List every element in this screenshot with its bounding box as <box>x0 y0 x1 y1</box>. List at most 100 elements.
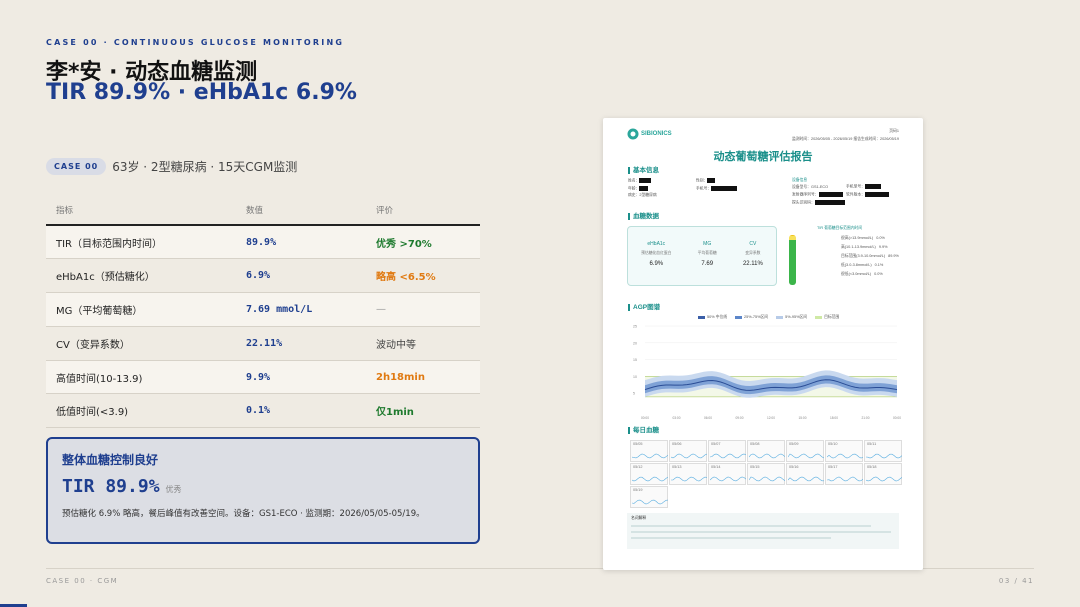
callout-description: 预估糖化 6.9% 略高，餐后峰值有改善空间。设备：GS1-ECO · 监测期：… <box>62 509 425 519</box>
footer-page-number: 03 / 41 <box>998 577 1034 585</box>
tir-legend-pct: 89.9% <box>888 254 899 258</box>
table-row: TIR（目标范围内时间） 89.9% 优秀 >70% <box>46 225 480 260</box>
tir-legend-item: 高(10.1-13.9mmol/L) 9.9% <box>841 243 899 252</box>
daily-trace <box>866 453 902 459</box>
table-header-row: 指标 数值 评价 <box>46 201 480 226</box>
value-cell: 89.9% <box>236 225 366 260</box>
eval-cell: 波动中等 <box>366 326 480 361</box>
eval-cell: 仅1min <box>366 393 480 429</box>
agp-x-tick: 03:00 <box>673 416 681 420</box>
metrics-table-body: TIR（目标范围内时间） 89.9% 优秀 >70% eHbA1c（预估糖化） 6.9%… <box>46 225 480 429</box>
tir-legend-pct: 9.9% <box>878 245 888 249</box>
report-title: 动态葡萄糖评估报告 <box>713 151 813 163</box>
stat-label: MG <box>703 241 712 247</box>
daily-cell: 05/06 <box>669 440 707 462</box>
software-label: 软件版本： <box>846 192 865 196</box>
metric-cell: 高值时间(10-13.9) <box>46 360 236 395</box>
tir-legend-item: 很低(<3.0mmol/L) 0.0% <box>841 270 899 279</box>
device-header: 设备信息 <box>792 178 808 182</box>
legend-label: 50% 中位线 <box>707 315 728 319</box>
daily-trace <box>710 453 746 459</box>
tir-legend-item: 很高(>13.9mmol/L) 0.0% <box>841 234 899 243</box>
tir-stacked-bar <box>789 235 796 285</box>
agp-legend-item: 50% 中位线 <box>698 315 727 320</box>
daily-trace-line <box>827 453 863 459</box>
tir-legend-pct: 0.0% <box>874 272 883 276</box>
device-model-label: 设备型号： <box>792 185 811 189</box>
daily-trace-line <box>866 453 902 459</box>
redacted-phone <box>711 185 738 191</box>
eval-cell: 2h18min <box>366 360 480 395</box>
daily-trace-line <box>788 476 824 482</box>
patient-summary: 63岁 · 2型糖尿病 · 15天CGM监测 <box>112 160 298 174</box>
daily-cell: 05/17 <box>825 463 863 485</box>
agp-y-tick: 5 <box>633 392 635 396</box>
tir-legend-pct: 0.1% <box>874 263 884 267</box>
daily-trace <box>866 476 902 482</box>
redacted-software <box>864 191 889 197</box>
report-page-no: 页码1 <box>889 129 899 133</box>
daily-trace <box>632 476 668 482</box>
eval-cell: 略高 <6.5% <box>366 258 480 294</box>
device-sn-label: 发射器序列号： <box>792 192 819 197</box>
table-row: 低值时间(<3.9) 0.1% 仅1min <box>46 393 480 429</box>
redacted-device-phone <box>864 184 881 189</box>
eval-cell: — <box>366 292 480 327</box>
case-badge: CASE 00 <box>46 158 107 175</box>
phone-label: 手机号： <box>696 186 712 190</box>
page-subtitle-metrics: TIR 89.9% · eHbA1c 6.9% <box>46 80 357 105</box>
daily-date: 05/18 <box>867 465 877 469</box>
legend-label: 5%-95%区间 <box>785 315 808 319</box>
daily-cell: 05/09 <box>786 440 824 462</box>
metric-cell: CV（变异系数） <box>46 326 236 361</box>
device-model-value: GS1-ECO <box>810 185 829 189</box>
footer-case-label: CASE 00 · CGM <box>46 577 119 585</box>
daily-cell: 05/05 <box>630 440 668 462</box>
daily-cell: 05/12 <box>630 463 668 485</box>
report-section-agp: AGP图谱 <box>628 304 660 311</box>
stat-sub: 平均葡萄糖 <box>697 251 717 255</box>
daily-date: 05/09 <box>789 442 799 446</box>
agp-x-tick: 15:00 <box>799 416 807 420</box>
daily-trace-line <box>749 476 785 482</box>
agp-x-tick: 09:00 <box>736 416 744 420</box>
notes-line-2 <box>631 531 891 533</box>
device-phone-label: 手机型号： <box>846 184 865 189</box>
agp-y-tick: 15 <box>633 358 637 362</box>
notes-line-3 <box>631 537 831 539</box>
stat-column: MG 平均葡萄糖 7.69 <box>698 241 717 267</box>
summary-callout: 整体血糖控制良好 TIR 89.9% 优秀 预估糖化 6.9% 略高，餐后峰值有… <box>46 437 480 544</box>
daily-cell: 05/14 <box>708 463 746 485</box>
daily-trace-line <box>866 476 902 482</box>
agp-x-tick: 18:00 <box>830 416 838 420</box>
callout-title: 整体血糖控制良好 <box>62 453 159 467</box>
callout-metric-row: TIR 89.9% 优秀 <box>62 476 464 497</box>
table-row: 高值时间(10-13.9) 9.9% 2h18min <box>46 360 480 395</box>
daily-trace-line <box>632 476 668 482</box>
callout-metric-value: TIR 89.9% <box>62 476 160 497</box>
brand-logo-icon <box>627 128 639 140</box>
daily-cell: 05/19 <box>630 486 668 508</box>
report-section-basic: 基本信息 <box>628 167 659 174</box>
daily-trace <box>749 476 785 482</box>
stat-value: 6.9% <box>649 261 664 267</box>
tir-legend-label: 很高(>13.9mmol/L) <box>841 236 874 240</box>
agp-x-tick: 21:00 <box>862 416 870 420</box>
agp-x-tick: 00:00 <box>893 416 901 420</box>
tir-legend-label: 低(3.0-3.8mmol/L) <box>841 263 872 267</box>
daily-cell: 05/15 <box>747 463 785 485</box>
report-device-info: 设备信息 设备型号：GS1-ECO 发射器序列号： 探头识别码： <box>792 178 845 205</box>
legend-swatch <box>698 315 705 319</box>
daily-trace-line <box>632 453 668 459</box>
agp-legend: 50% 中位线 25%-75%区间 5%-95%区间 目标范围 <box>698 315 839 320</box>
daily-trace <box>788 476 824 482</box>
stat-label: CV <box>749 241 757 247</box>
table-row: CV（变异系数） 22.11% 波动中等 <box>46 326 480 361</box>
daily-trace-line <box>710 476 746 482</box>
eval-cell: 优秀 >70% <box>366 225 480 260</box>
value-cell: 7.69 mmol/L <box>236 292 366 327</box>
tir-caption-title: 葡萄糖目标范围内时间 <box>824 226 863 230</box>
daily-date: 05/10 <box>828 442 838 446</box>
value-cell: 6.9% <box>236 258 366 294</box>
daily-cell: 05/10 <box>825 440 863 462</box>
